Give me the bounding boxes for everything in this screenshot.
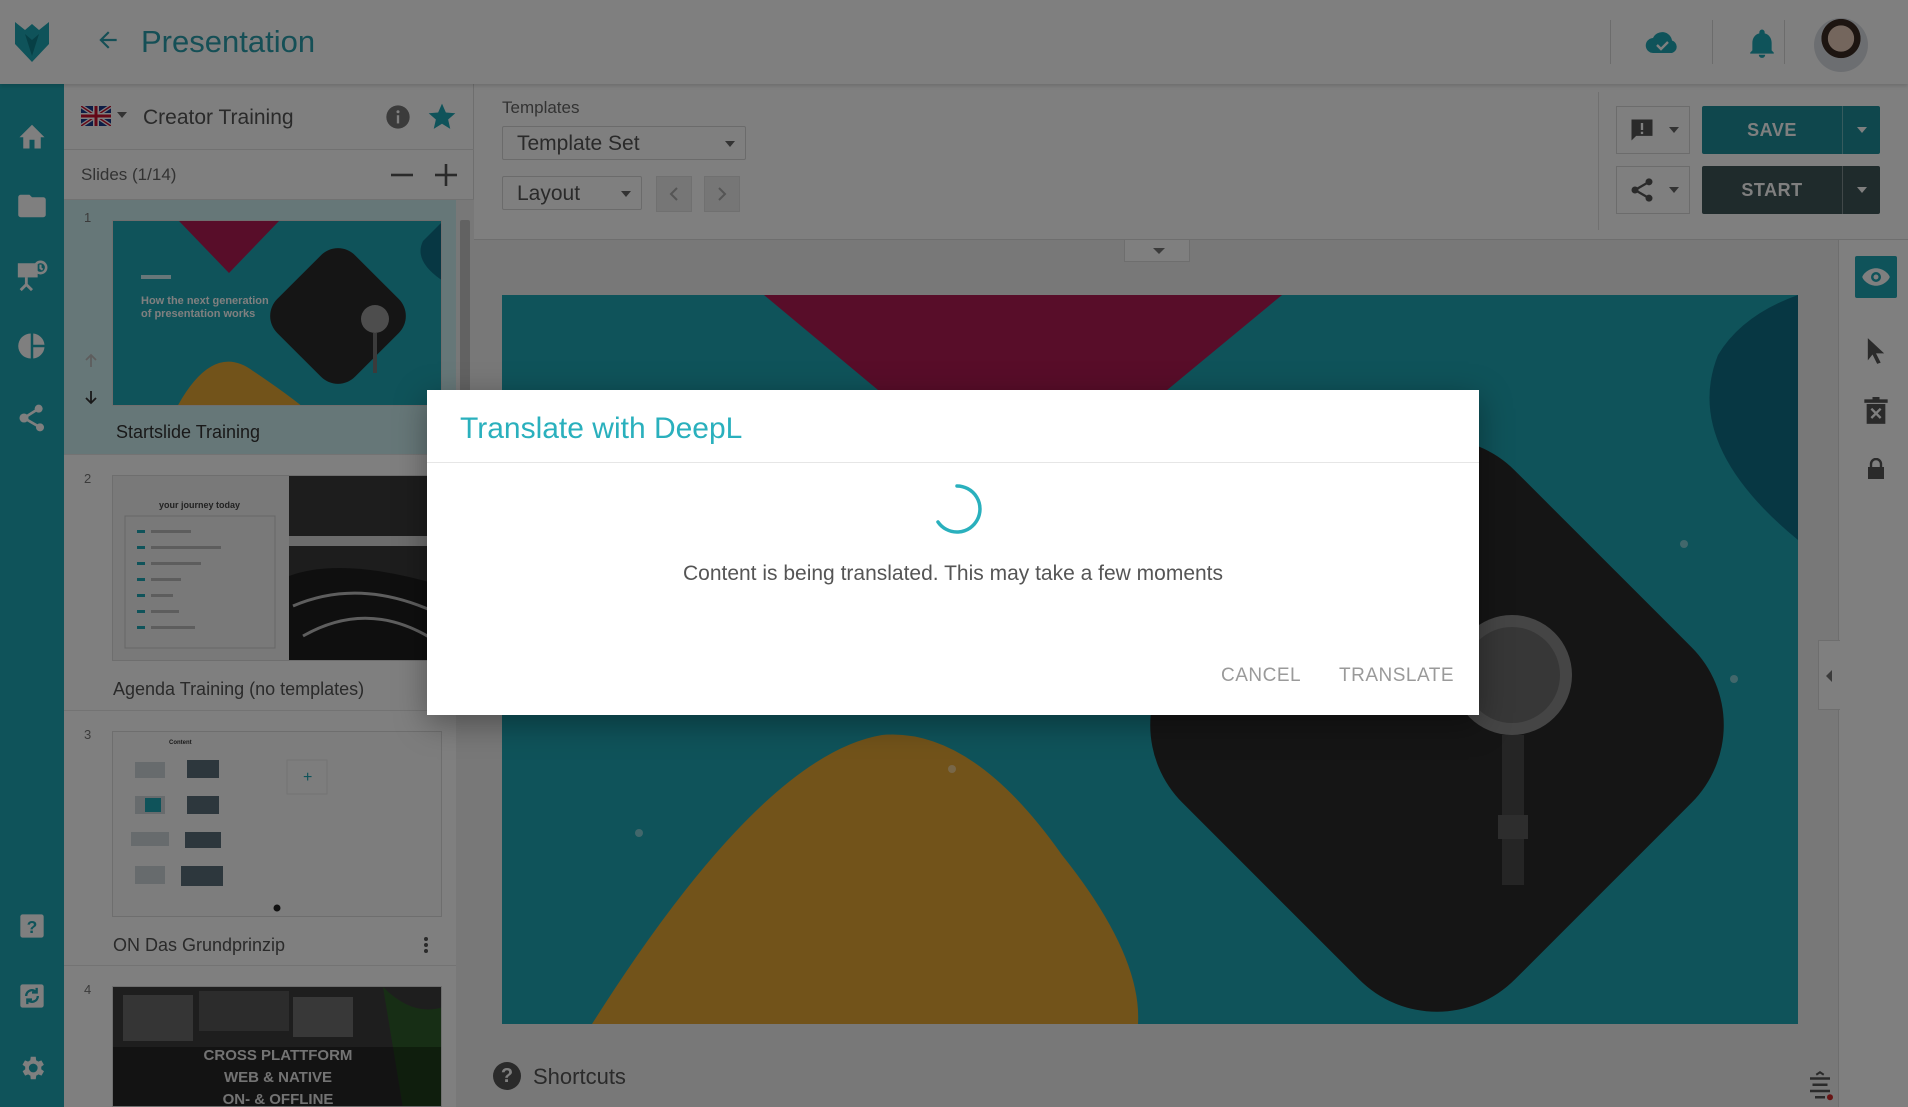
dialog-title: Translate with DeepL <box>460 412 743 445</box>
loading-spinner-icon <box>930 482 984 536</box>
dialog-message: Content is being translated. This may ta… <box>682 562 1224 585</box>
dialog-divider <box>427 462 1479 463</box>
translate-button[interactable]: TRANSLATE <box>1339 658 1454 694</box>
cancel-button[interactable]: CANCEL <box>1221 658 1301 694</box>
translate-dialog: Translate with DeepL Content is being tr… <box>427 390 1479 715</box>
